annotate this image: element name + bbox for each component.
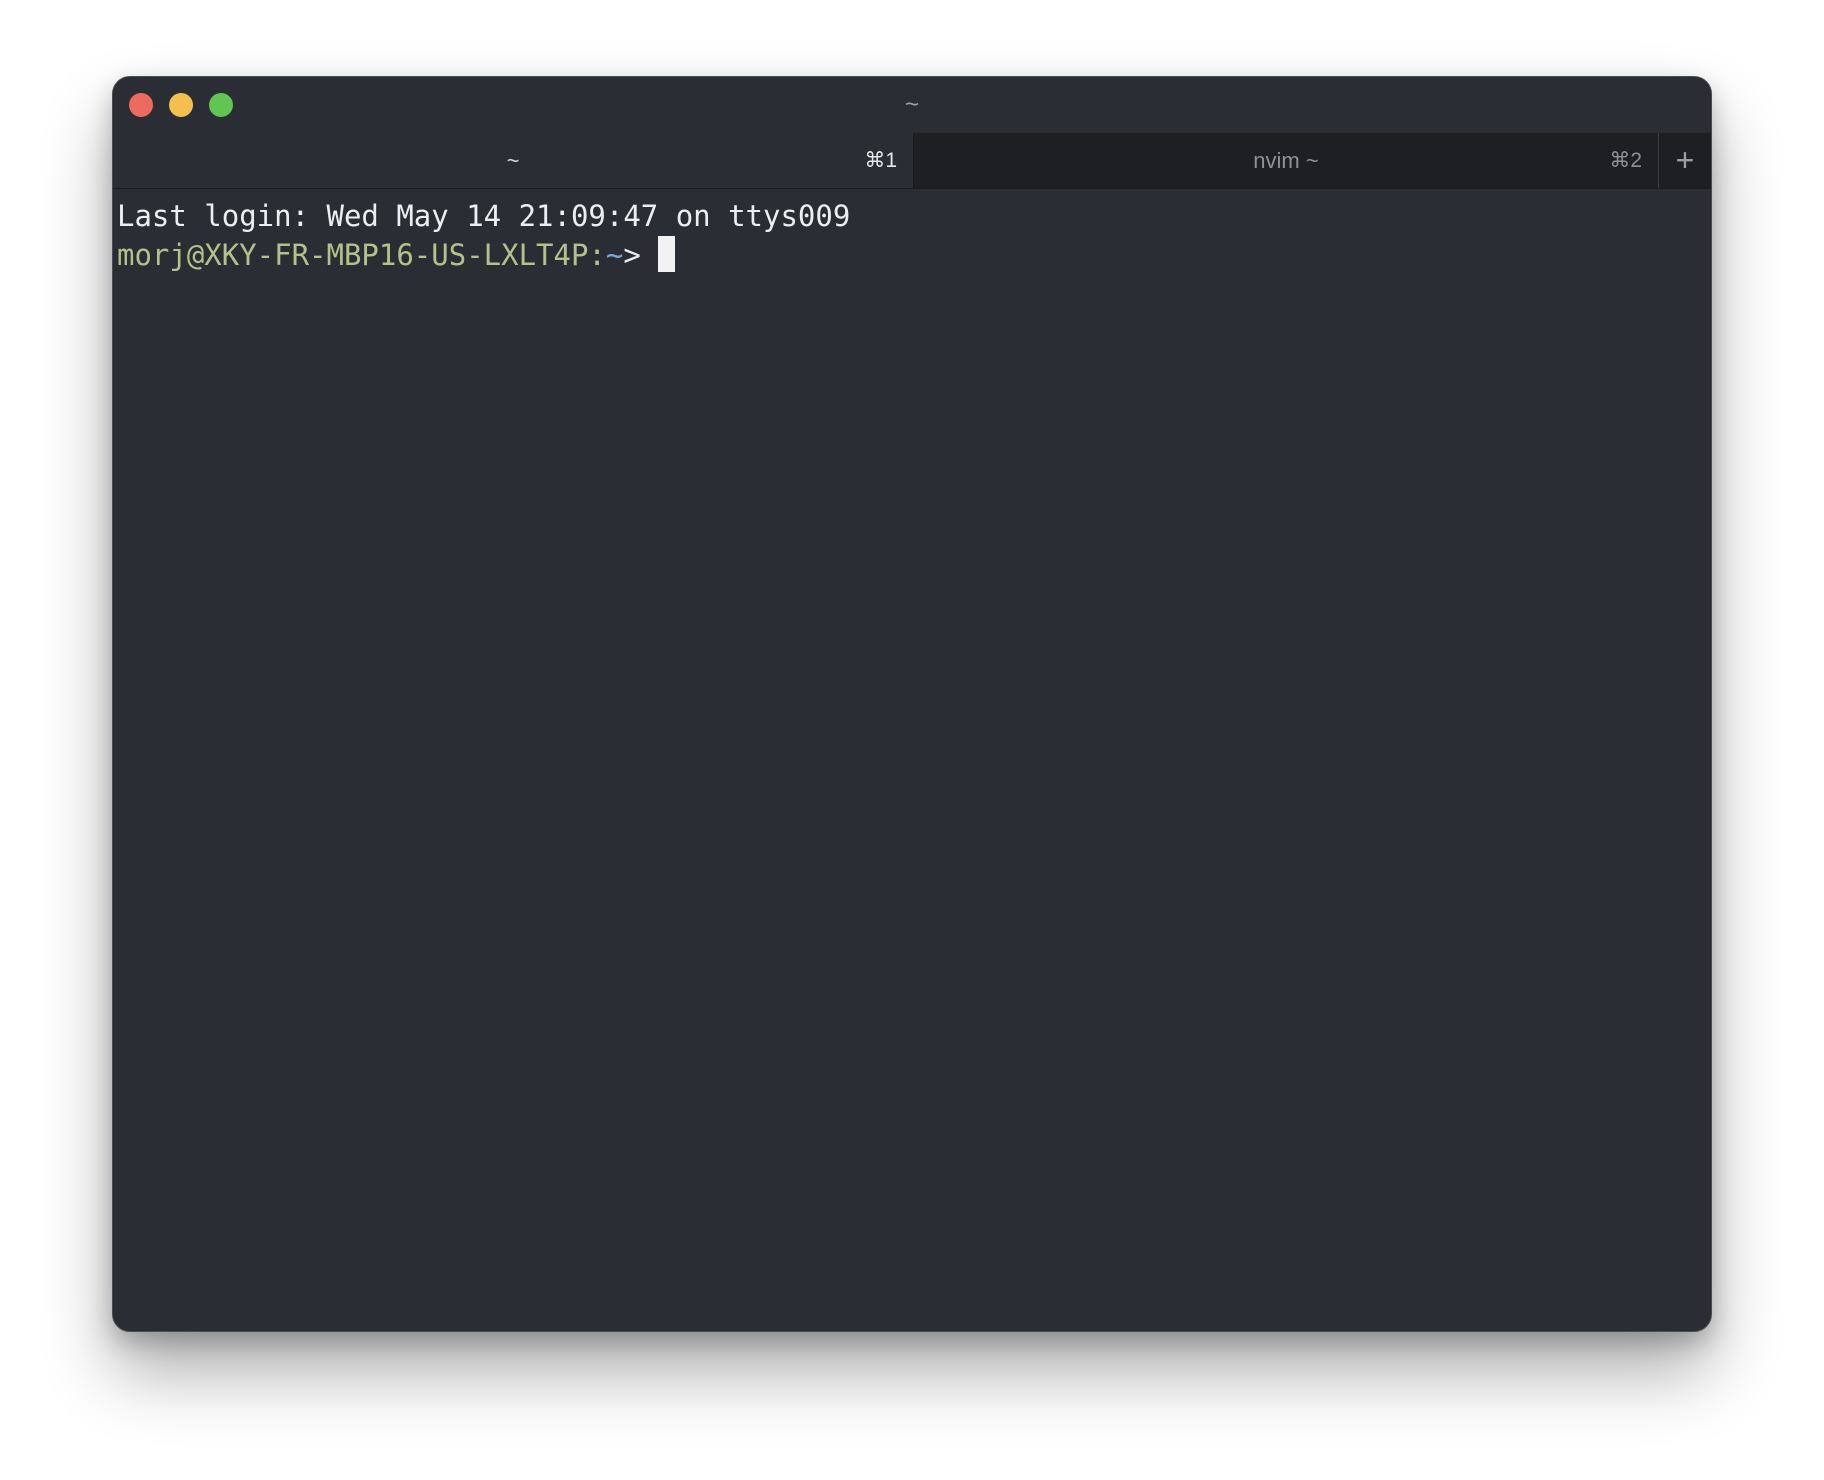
new-tab-button[interactable]: + (1658, 133, 1711, 188)
prompt-symbol: > (623, 238, 641, 272)
window-title: ~ (904, 91, 919, 118)
text-cursor (657, 236, 675, 272)
tab-2[interactable]: nvim ~ ⌘2 (913, 133, 1658, 188)
tab-shortcut: ⌘2 (1609, 149, 1642, 172)
login-line: Last login: Wed May 14 21:09:47 on ttys0… (117, 199, 851, 233)
prompt-path: ~ (605, 238, 624, 272)
tab-bar: ~ ⌘1 nvim ~ ⌘2 + (113, 133, 1711, 189)
terminal-window: ~ ~ ⌘1 nvim ~ ⌘2 + Last login: Wed May 1… (112, 76, 1712, 1332)
prompt-line: morj@XKY-FR-MBP16-US-LXLT4P:~> (117, 236, 1711, 275)
tab-title: nvim ~ (1253, 148, 1319, 173)
plus-icon: + (1675, 142, 1695, 178)
prompt-user-host: morj@XKY-FR-MBP16-US-LXLT4P: (117, 238, 606, 272)
title-bar[interactable]: ~ (113, 77, 1711, 133)
tab-shortcut: ⌘1 (864, 149, 897, 172)
terminal-output[interactable]: Last login: Wed May 14 21:09:47 on ttys0… (117, 197, 1711, 1331)
tab-1[interactable]: ~ ⌘1 (113, 133, 913, 188)
tab-title: ~ (506, 148, 520, 173)
